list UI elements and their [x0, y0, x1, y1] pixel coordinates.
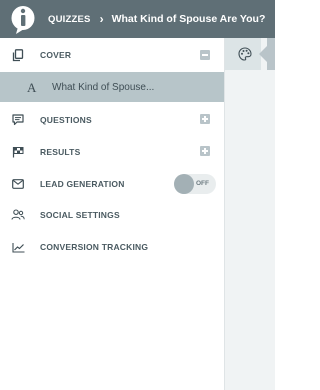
sidebar-item-results[interactable]: RESULTS [0, 136, 224, 168]
page-title: What Kind of Spouse Are You? [111, 13, 266, 25]
collapse-button[interactable] [200, 50, 210, 60]
sidebar-item-cover[interactable]: COVER [0, 39, 224, 71]
sidebar-item-conversion-tracking[interactable]: CONVERSION TRACKING [0, 231, 224, 263]
rail-pointer-arrow [259, 46, 267, 62]
sidebar-subitem-label: What Kind of Spouse... [52, 82, 155, 93]
sidebar-item-label: SOCIAL SETTINGS [40, 210, 120, 220]
users-icon [11, 208, 25, 222]
mail-icon [11, 177, 25, 191]
minus-icon [202, 54, 208, 56]
toggle-knob [174, 174, 194, 194]
palette-icon[interactable] [238, 47, 252, 61]
expand-button[interactable] [200, 146, 210, 156]
breadcrumb: QUIZZES › What Kind of Spouse Are You? [48, 0, 265, 38]
chat-icon [11, 113, 25, 127]
breadcrumb-separator: › [99, 12, 104, 26]
sidebar-item-questions[interactable]: QUESTIONS [0, 104, 224, 136]
lead-generation-toggle[interactable]: OFF [174, 174, 216, 194]
sidebar-item-social-settings[interactable]: SOCIAL SETTINGS [0, 199, 224, 231]
sidebar-item-label: COVER [40, 50, 72, 60]
sidebar-item-label: RESULTS [40, 147, 81, 157]
expand-button[interactable] [200, 114, 210, 124]
sidebar-item-label: LEAD GENERATION [40, 179, 125, 189]
text-type-icon: A [27, 80, 37, 95]
breadcrumb-quizzes-link[interactable]: QUIZZES [48, 14, 91, 25]
sidebar-item-label: QUESTIONS [40, 115, 92, 125]
sidebar-item-label: CONVERSION TRACKING [40, 242, 149, 252]
info-logo-icon[interactable] [10, 3, 38, 35]
flag-icon [11, 145, 25, 159]
copy-icon [11, 48, 25, 62]
chart-icon [11, 240, 25, 254]
rail-tab-edge [267, 38, 275, 70]
sidebar-subitem-cover-title[interactable]: A What Kind of Spouse... [0, 72, 224, 102]
toggle-state-label: OFF [196, 180, 209, 187]
right-rail [225, 38, 275, 390]
top-bar: QUIZZES › What Kind of Spouse Are You? [0, 0, 275, 38]
